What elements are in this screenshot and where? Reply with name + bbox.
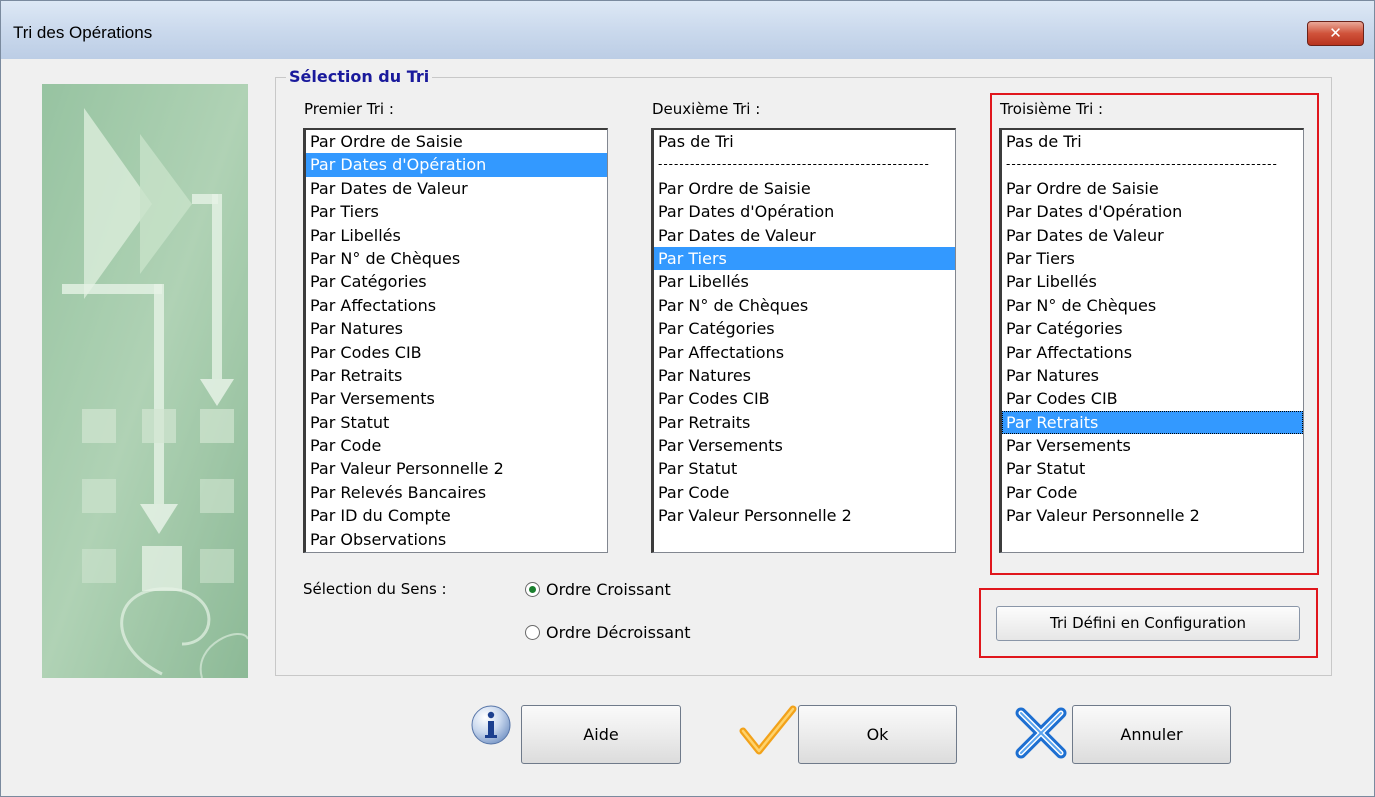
- descending-label: Ordre Décroissant: [546, 623, 691, 642]
- list-item[interactable]: Par Statut: [654, 457, 955, 480]
- first-sort-label: Premier Tri :: [304, 100, 394, 118]
- list-item[interactable]: Par Codes CIB: [306, 341, 607, 364]
- ok-button[interactable]: Ok: [798, 705, 957, 764]
- list-separator: ----------------------------------------…: [658, 157, 930, 172]
- list-item[interactable]: Par Codes CIB: [654, 387, 955, 410]
- list-item[interactable]: Par Code: [654, 481, 955, 504]
- list-item[interactable]: Par ID du Compte: [306, 504, 607, 527]
- list-item[interactable]: Par Code: [306, 434, 607, 457]
- list-item[interactable]: Par Affectations: [654, 341, 955, 364]
- list-item[interactable]: Par N° de Chèques: [306, 247, 607, 270]
- list-item[interactable]: Par Observations: [306, 528, 607, 551]
- list-item[interactable]: Par Libellés: [654, 270, 955, 293]
- list-item[interactable]: Par Catégories: [654, 317, 955, 340]
- group-title: Sélection du Tri: [286, 67, 433, 86]
- list-item[interactable]: Pas de Tri: [654, 130, 955, 153]
- title-bar[interactable]: Tri des Opérations ✕: [1, 1, 1374, 59]
- descending-radio[interactable]: Ordre Décroissant: [525, 623, 691, 642]
- list-item[interactable]: Par Dates d'Opération: [654, 200, 955, 223]
- list-item[interactable]: Par Versements: [654, 434, 955, 457]
- list-item[interactable]: Par Tiers: [654, 246, 955, 271]
- list-item[interactable]: Par Tiers: [306, 200, 607, 223]
- list-item[interactable]: Par Valeur Personnelle 2: [654, 504, 955, 527]
- decorative-side-image: [42, 84, 248, 678]
- checkmark-icon: [739, 705, 797, 755]
- list-item[interactable]: Par N° de Chèques: [654, 294, 955, 317]
- radio-unselected-icon: [525, 625, 540, 640]
- cross-icon: [1015, 707, 1067, 759]
- cancel-button[interactable]: Annuler: [1072, 705, 1231, 764]
- sort-direction-label: Sélection du Sens :: [303, 580, 447, 598]
- config-sort-button[interactable]: Tri Défini en Configuration: [996, 606, 1300, 641]
- window-title: Tri des Opérations: [13, 23, 153, 42]
- list-item[interactable]: Par Catégories: [306, 270, 607, 293]
- list-item[interactable]: Par Natures: [306, 317, 607, 340]
- list-item[interactable]: Par Dates de Valeur: [306, 177, 607, 200]
- list-item[interactable]: Par Affectations: [306, 294, 607, 317]
- list-item[interactable]: Par Versements: [306, 387, 607, 410]
- second-sort-listbox[interactable]: Pas de Tri ------------------------------…: [651, 128, 956, 553]
- close-button[interactable]: ✕: [1307, 21, 1364, 46]
- ascending-radio[interactable]: Ordre Croissant: [525, 580, 671, 599]
- first-sort-listbox[interactable]: Par Ordre de Saisie Par Dates d'Opération…: [303, 128, 608, 553]
- list-item[interactable]: Par Dates de Valeur: [654, 224, 955, 247]
- list-item[interactable]: Par Ordre de Saisie: [306, 130, 607, 153]
- list-item[interactable]: Par Retraits: [654, 411, 955, 434]
- list-item[interactable]: Par Retraits: [306, 364, 607, 387]
- second-sort-label: Deuxième Tri :: [652, 100, 761, 118]
- sort-dialog: Tri des Opérations ✕ Sélection du Tri Pr…: [0, 0, 1375, 797]
- third-sort-highlight: [990, 93, 1319, 575]
- list-item[interactable]: Par Statut: [306, 411, 607, 434]
- radio-selected-icon: [525, 582, 540, 597]
- help-button[interactable]: Aide: [521, 705, 681, 764]
- list-item[interactable]: Par Libellés: [306, 224, 607, 247]
- info-icon: [471, 705, 511, 745]
- list-item[interactable]: Par Relevés Bancaires: [306, 481, 607, 504]
- close-icon: ✕: [1329, 24, 1342, 42]
- list-item[interactable]: Par Valeur Personnelle 2: [306, 457, 607, 480]
- ascending-label: Ordre Croissant: [546, 580, 671, 599]
- list-item[interactable]: Par Natures: [654, 364, 955, 387]
- list-item[interactable]: Par Dates d'Opération: [306, 153, 607, 177]
- list-item[interactable]: Par Ordre de Saisie: [654, 177, 955, 200]
